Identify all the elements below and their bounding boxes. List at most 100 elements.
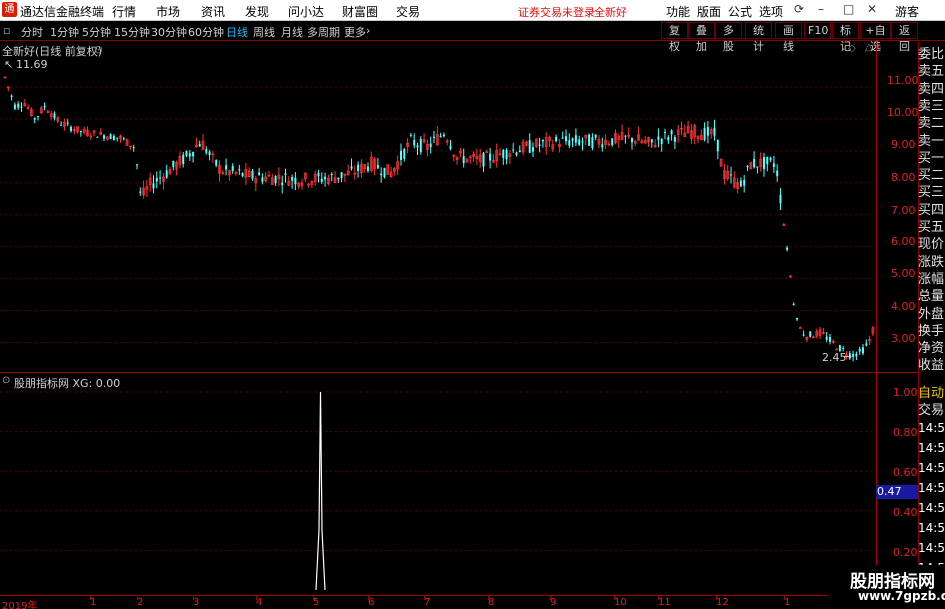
candle-body (284, 173, 287, 175)
candle-body (703, 127, 706, 140)
candle-body (340, 172, 343, 178)
candle-body (502, 150, 505, 159)
side-time: 14:56 (918, 521, 945, 535)
y-tick: 3.00 (891, 332, 916, 345)
candle-body (792, 303, 795, 306)
candle-body (231, 165, 234, 171)
candle-body (238, 169, 241, 171)
candle-body (13, 104, 16, 110)
candle-body (829, 337, 831, 342)
candle-body (512, 149, 515, 151)
candle-body (482, 152, 485, 167)
candle-body (380, 173, 383, 176)
candle-body (588, 134, 591, 146)
candle-body (198, 143, 201, 147)
candle-body (835, 348, 838, 351)
candle-body (568, 140, 571, 146)
side-time: 14:56 (918, 421, 945, 435)
candle-body (766, 156, 769, 165)
candle-body (109, 134, 112, 140)
candle-body (578, 139, 581, 145)
candle-body (809, 331, 812, 337)
candle-body (565, 136, 567, 142)
candle-body (667, 137, 670, 141)
side-time: 14:56 (918, 501, 945, 515)
high-price-arrow: ↖ (4, 58, 14, 71)
candle-body (159, 177, 162, 179)
candle-body (624, 135, 627, 137)
candle-body (439, 135, 442, 137)
candle-body (413, 140, 416, 146)
candle-body (17, 103, 20, 108)
candle-body (70, 126, 72, 131)
candle-body (225, 165, 228, 170)
candle-body (53, 113, 56, 119)
candle-body (330, 173, 333, 176)
candle-body (251, 170, 254, 179)
candle-body (798, 327, 802, 329)
candle-body (858, 348, 861, 352)
candle-body (357, 164, 360, 171)
candle-body (631, 138, 633, 143)
y-tick: 4.00 (891, 300, 916, 313)
candle-body (756, 166, 759, 168)
candle-body (20, 106, 23, 108)
candle-body (10, 95, 13, 98)
candle-body (416, 145, 419, 148)
candle-body (706, 127, 709, 136)
side-time: 14:56 (918, 441, 945, 455)
candle-body (746, 165, 749, 168)
xg-signal-spike (315, 391, 326, 591)
candle-body (112, 135, 115, 141)
candle-body (367, 166, 369, 171)
candle-body (185, 151, 188, 156)
chart-options-icon[interactable]: ⊙ (94, 43, 103, 56)
candle-body (581, 141, 584, 143)
candle-body (786, 247, 789, 250)
candle-body (862, 347, 864, 354)
side-time: 14:56 (918, 481, 945, 495)
x-label: 10 (614, 597, 627, 608)
candle-body (594, 134, 597, 138)
chart-expand-icon[interactable]: △ (865, 42, 873, 53)
candle-body (753, 159, 756, 168)
candle-body (730, 174, 732, 176)
candle-body (518, 150, 521, 153)
ind-y-tick: 0.60 (893, 466, 918, 479)
candle-body (165, 170, 168, 178)
y-tick: 11.00 (887, 74, 919, 87)
indicator-collapse-icon[interactable]: ⊙ (2, 375, 10, 386)
candle-body (33, 118, 36, 120)
candle-body (241, 173, 244, 177)
candle-body (776, 170, 779, 177)
x-label: 4 (256, 597, 263, 608)
x-label: 2019年 (2, 601, 38, 609)
candle-body (96, 136, 99, 138)
high-price-mark: 11.69 (16, 58, 48, 71)
ind-y-tick: 0.20 (893, 546, 918, 559)
candle-body (796, 318, 798, 320)
candle-body (116, 137, 119, 139)
candle-body (192, 152, 195, 157)
candle-body (739, 180, 742, 187)
chart-canvas[interactable] (0, 0, 945, 609)
candle-body (383, 167, 386, 177)
candle-body (541, 139, 544, 142)
x-label: 1 (784, 597, 791, 608)
candle-body (320, 178, 323, 182)
candle-body (403, 149, 406, 159)
candle-body (769, 157, 772, 161)
ind-y-tick: 0.40 (893, 506, 918, 519)
candle-body (172, 160, 175, 168)
x-label: 1 (90, 597, 97, 608)
x-label: 6 (368, 597, 375, 608)
side-time: 14:56 (918, 461, 945, 475)
chart-diamond-icon[interactable]: ◇ (848, 43, 856, 54)
candle-body (433, 136, 435, 138)
ind-y-tick: 1.00 (893, 386, 918, 399)
candle-body (772, 163, 775, 167)
candle-body (132, 147, 135, 149)
side-trade[interactable]: 交易 (918, 400, 945, 421)
candle-body (561, 137, 564, 139)
candle-body (660, 138, 663, 144)
